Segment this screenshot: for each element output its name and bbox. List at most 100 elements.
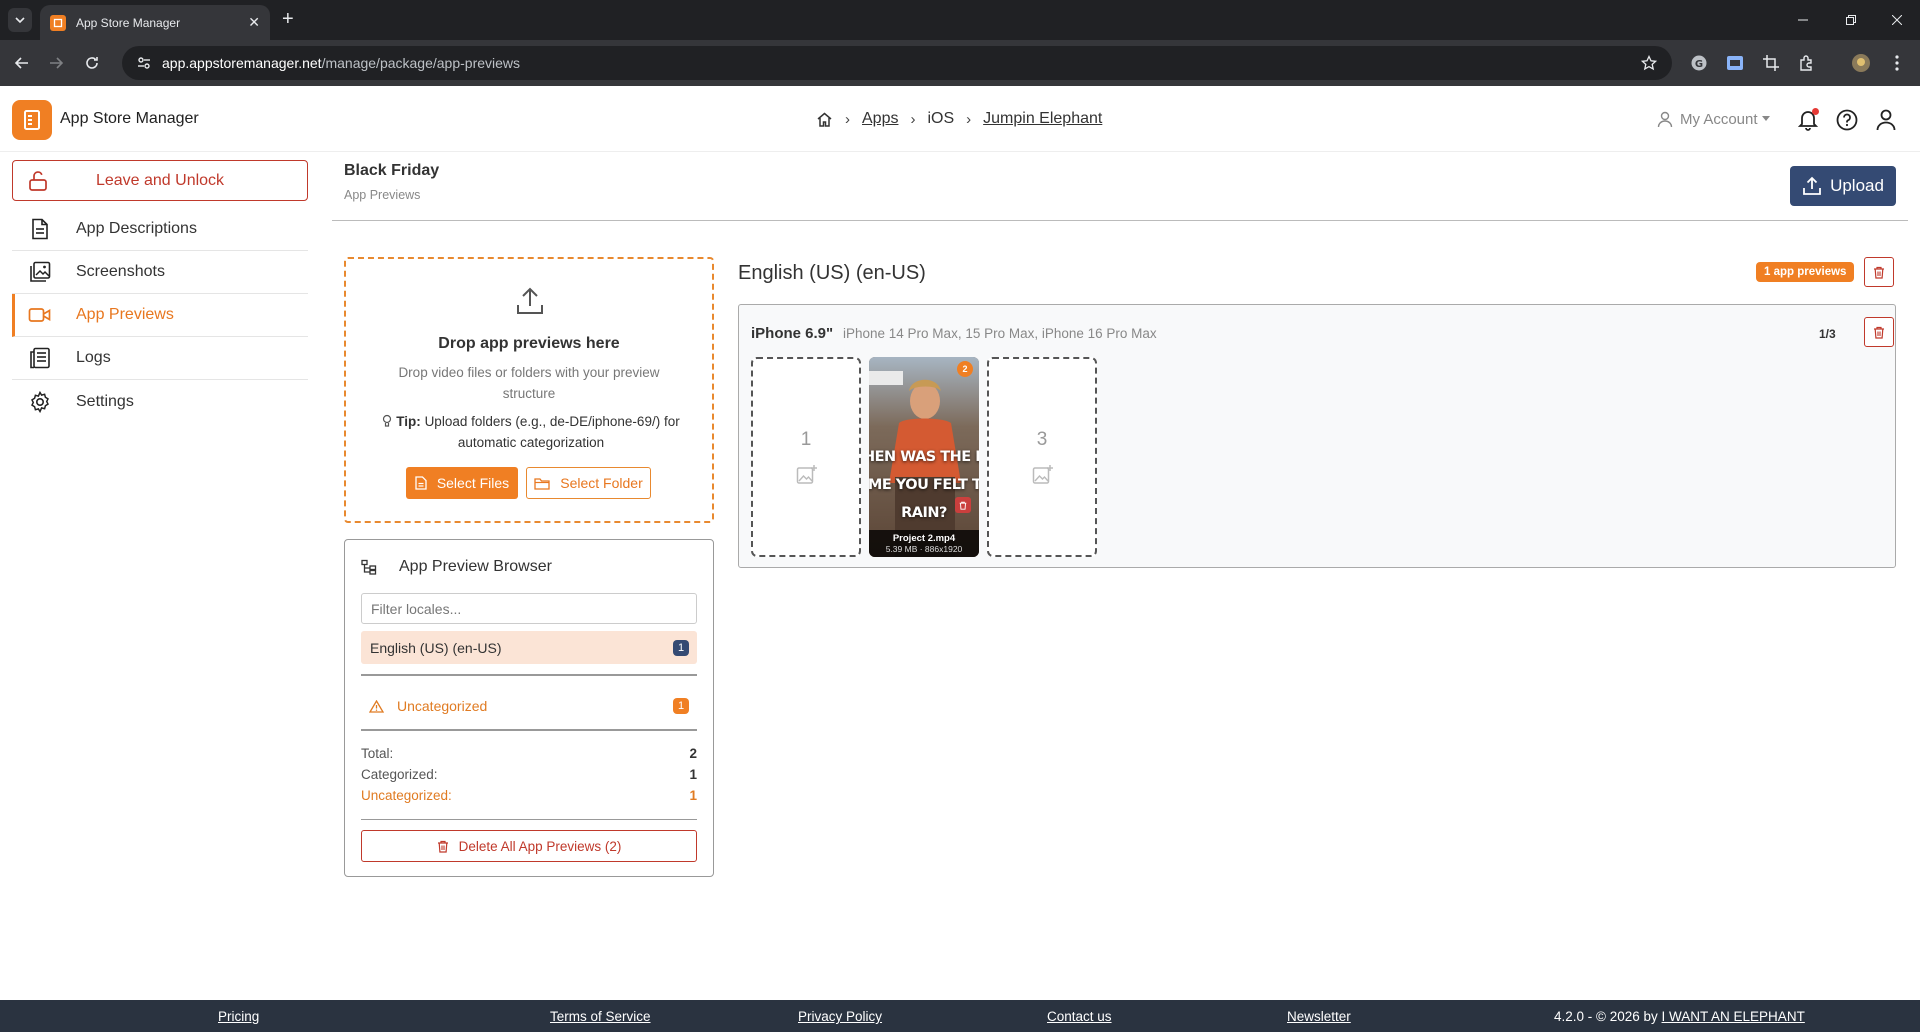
extensions-puzzle-icon[interactable] — [1796, 52, 1818, 74]
tip-text: Upload folders (e.g., de-DE/iphone-69/) … — [424, 414, 680, 450]
trash-icon — [1874, 266, 1884, 279]
preview-file-meta: 5.39 MB · 886x1920 — [885, 544, 963, 554]
extension-g-icon[interactable]: G — [1688, 52, 1710, 74]
sidebar-item-label: App Previews — [76, 306, 174, 323]
footer-link-newsletter[interactable]: Newsletter — [1287, 1009, 1351, 1024]
caret-down-icon — [1761, 116, 1770, 121]
locale-item-en-us[interactable]: English (US) (en-US) 1 — [361, 631, 697, 664]
site-settings-icon — [138, 57, 150, 69]
preview-file-info: Project 2.mp4 5.39 MB · 886x1920 — [869, 530, 979, 557]
drop-zone-tip: Tip: Upload folders (e.g., de-DE/iphone-… — [370, 411, 692, 453]
tab-search-button[interactable] — [8, 8, 32, 32]
chevron-down-icon — [15, 17, 25, 24]
uncategorized-item[interactable]: Uncategorized 1 — [361, 691, 697, 721]
my-account-dropdown[interactable]: My Account — [1656, 110, 1770, 128]
help-icon[interactable] — [1835, 108, 1859, 132]
caption-line-1: HEN WAS THE LAS — [869, 449, 979, 465]
upload-icon — [1803, 176, 1821, 195]
tree-icon — [361, 559, 377, 575]
select-files-label: Select Files — [436, 475, 510, 491]
user-icon[interactable] — [1874, 108, 1898, 132]
forward-icon[interactable] — [44, 51, 68, 75]
divider — [361, 729, 697, 731]
user-outline-icon — [1657, 111, 1673, 128]
tab-close-icon[interactable]: ✕ — [248, 14, 260, 31]
delete-locale-button[interactable] — [1864, 257, 1894, 287]
images-icon — [20, 261, 60, 283]
total-label: Total: — [361, 746, 394, 761]
close-window-button[interactable] — [1874, 0, 1920, 40]
device-models: iPhone 14 Pro Max, 15 Pro Max, iPhone 16… — [843, 326, 1157, 341]
delete-all-previews-button[interactable]: Delete All App Previews (2) — [361, 830, 697, 862]
uncategorized-value: 1 — [689, 788, 697, 803]
footer-link-privacy[interactable]: Privacy Policy — [798, 1009, 882, 1024]
trash-icon — [437, 840, 448, 853]
select-folder-button[interactable]: Select Folder — [526, 467, 651, 499]
back-icon[interactable] — [10, 51, 34, 75]
browser-tab[interactable]: App Store Manager ✕ — [40, 5, 270, 40]
footer-link-contact[interactable]: Contact us — [1047, 1009, 1112, 1024]
url-field[interactable]: app.appstoremanager.net/manage/package/a… — [122, 46, 1672, 80]
slot-count: 1/3 — [1819, 327, 1836, 341]
upload-button[interactable]: Upload — [1790, 166, 1896, 206]
version-text: 4.2.0 - © 2026 by — [1554, 1009, 1658, 1024]
url-path: /manage/package/app-previews — [321, 55, 521, 71]
preview-count-badge: 1 app previews — [1756, 262, 1855, 282]
locale-count-badge: 1 — [673, 640, 689, 656]
preview-slot-2[interactable]: HEN WAS THE LAS IME YOU FELT TH RAIN? 2 … — [869, 357, 979, 557]
breadcrumb-apps[interactable]: Apps — [862, 110, 898, 128]
footer-link-pricing[interactable]: Pricing — [218, 1009, 259, 1024]
browser-menu-icon[interactable] — [1886, 52, 1908, 74]
add-image-icon — [796, 464, 818, 486]
sidebar-item-app-previews[interactable]: App Previews — [12, 294, 308, 337]
filter-locales-input[interactable] — [361, 593, 697, 624]
delete-device-button[interactable] — [1864, 317, 1894, 347]
delete-preview-icon[interactable] — [955, 497, 971, 513]
home-icon[interactable] — [816, 111, 833, 128]
preview-slot-1[interactable]: 1 — [751, 357, 861, 557]
sidebar-item-app-descriptions[interactable]: App Descriptions — [12, 208, 308, 251]
add-image-icon — [1032, 464, 1054, 486]
breadcrumb-separator-icon: › — [966, 110, 972, 128]
footer-company-link[interactable]: I WANT AN ELEPHANT — [1662, 1009, 1805, 1024]
select-files-button[interactable]: Select Files — [406, 467, 518, 499]
reload-icon[interactable] — [80, 51, 104, 75]
sidebar-item-settings[interactable]: Settings — [12, 380, 308, 423]
url-host: app.appstoremanager.net — [162, 55, 322, 71]
select-folder-label: Select Folder — [560, 475, 643, 491]
drop-zone[interactable]: Drop app previews here Drop video files … — [344, 257, 714, 523]
extension-window-icon[interactable] — [1724, 52, 1746, 74]
footer-link-terms[interactable]: Terms of Service — [550, 1009, 651, 1024]
lightbulb-icon — [383, 414, 392, 427]
locale-title: English (US) (en-US) — [738, 262, 926, 284]
brand-name[interactable]: App Store Manager — [60, 110, 199, 128]
trash-icon — [1874, 326, 1884, 339]
breadcrumb-app[interactable]: Jumpin Elephant — [983, 110, 1102, 128]
sidebar-item-logs[interactable]: Logs — [12, 337, 308, 380]
new-tab-button[interactable]: + — [282, 9, 294, 29]
notifications-bell-icon[interactable] — [1796, 108, 1820, 132]
extension-crop-icon[interactable] — [1760, 52, 1782, 74]
sidebar-item-screenshots[interactable]: Screenshots — [12, 251, 308, 294]
caption-line-2: IME YOU FELT TH — [869, 477, 979, 493]
upload-label: Upload — [1830, 176, 1884, 195]
header-divider — [332, 220, 1908, 221]
page-subtitle: App Previews — [344, 188, 421, 202]
restore-button[interactable] — [1828, 0, 1874, 40]
preview-position-badge: 2 — [957, 361, 973, 377]
sidebar-item-label: App Descriptions — [76, 220, 197, 237]
video-icon — [20, 306, 60, 324]
warning-icon — [361, 699, 391, 713]
device-card-iphone-69: iPhone 6.9" iPhone 14 Pro Max, 15 Pro Ma… — [738, 304, 1896, 568]
preview-slot-3[interactable]: 3 — [987, 357, 1097, 557]
profile-avatar-icon[interactable] — [1850, 52, 1872, 74]
svg-text:G: G — [1695, 59, 1703, 70]
leave-and-unlock-button[interactable]: Leave and Unlock — [12, 160, 308, 201]
document-icon — [20, 218, 60, 240]
bookmark-star-icon[interactable] — [1638, 52, 1660, 74]
app-favicon-icon — [50, 14, 66, 31]
app-logo-icon[interactable] — [12, 100, 52, 140]
minimize-button[interactable] — [1780, 0, 1826, 40]
stats-summary: Total: 2 Categorized: 1 Uncategorized: 1 — [361, 743, 697, 806]
breadcrumb-platform: iOS — [927, 110, 955, 127]
